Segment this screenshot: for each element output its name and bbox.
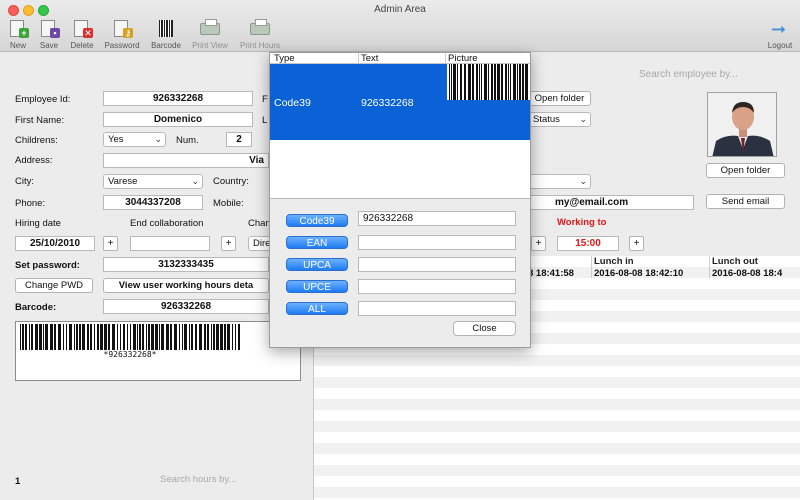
open-folder-button-top[interactable]: Open folder	[528, 91, 591, 106]
code39-field[interactable]: 926332268	[358, 211, 516, 226]
chevron-down-icon: ⌄	[191, 176, 199, 186]
working-to-label: Working to	[557, 217, 607, 228]
country-select[interactable]: ⌄	[528, 174, 591, 189]
search-employee-input[interactable]: Search employee by...	[639, 69, 738, 80]
view-working-hours-button[interactable]: View user working hours deta	[103, 278, 269, 293]
all-field[interactable]	[358, 301, 516, 316]
change-pwd-button[interactable]: Change PWD	[15, 278, 93, 293]
new-user-icon: +	[7, 19, 29, 39]
printer-icon	[199, 19, 221, 39]
field-label-cut: Chan	[248, 218, 271, 229]
end-collaboration-label: End collaboration	[130, 218, 204, 229]
password-field[interactable]: 3132333435	[103, 257, 269, 272]
address-field[interactable]: Via	[103, 153, 269, 168]
close-button[interactable]: Close	[453, 321, 516, 336]
barcode-type-list: Code39 926332268	[270, 64, 530, 199]
table-cell[interactable]: 2016-08-08 18:42:10	[594, 268, 683, 279]
open-folder-button[interactable]: Open folder	[706, 163, 785, 178]
upca-field[interactable]	[358, 257, 516, 272]
num-field[interactable]: 2	[226, 132, 252, 147]
window-toolbar: Admin Area + New ▪ Save ✕ Delete ⚷ Passw…	[0, 0, 800, 52]
upca-button[interactable]: UPCA	[286, 258, 348, 271]
column-header-picture[interactable]: Picture	[448, 53, 478, 64]
employee-id-label: Employee Id:	[15, 94, 71, 105]
barcode-picture	[447, 64, 530, 100]
column-header-text[interactable]: Text	[361, 53, 378, 64]
delete-button[interactable]: ✕ Delete	[60, 19, 104, 50]
childrens-label: Childrens:	[15, 135, 58, 146]
mobile-label: Mobile:	[213, 198, 244, 209]
ean-field[interactable]	[358, 235, 516, 250]
barcode-button[interactable]: Barcode	[144, 19, 188, 50]
list-item-selected[interactable]: Code39 926332268	[270, 64, 530, 140]
employee-photo	[707, 92, 777, 157]
column-header-type[interactable]: Type	[274, 53, 295, 64]
employee-form: Employee Id: 926332268 F First Name: Dom…	[0, 53, 313, 500]
hiring-date-plus-button[interactable]: +	[103, 236, 118, 251]
chevron-down-icon: ⌄	[579, 176, 587, 186]
ean-button[interactable]: EAN	[286, 236, 348, 249]
key-icon: ⚷	[111, 19, 133, 39]
barcode-icon	[155, 19, 177, 39]
arrow-right-icon: ➞	[771, 19, 787, 39]
city-label: City:	[15, 176, 34, 187]
logout-button[interactable]: ➞ Logout	[758, 19, 800, 50]
phone-label: Phone:	[15, 198, 46, 209]
upce-field[interactable]	[358, 279, 516, 294]
hiring-date-label: Hiring date	[15, 218, 61, 229]
column-header-lunch-out[interactable]: Lunch out	[712, 256, 758, 267]
country-label: Country:	[213, 176, 249, 187]
set-password-label: Set password:	[15, 260, 80, 271]
table-cell[interactable]: 8 18:41:58	[528, 268, 574, 279]
field-label-cut: F	[262, 94, 268, 105]
send-email-button[interactable]: Send email	[706, 194, 785, 209]
first-name-field[interactable]: Domenico	[103, 112, 253, 127]
email-field[interactable]: my@email.com	[528, 195, 694, 210]
end-collaboration-field[interactable]	[130, 236, 210, 251]
all-button[interactable]: ALL	[286, 302, 348, 315]
last-name-label-cut: L	[262, 115, 268, 126]
phone-field[interactable]: 3044337208	[103, 195, 203, 210]
barcode-type-dialog: Type Text Picture Code39 926332268 Code3…	[269, 52, 531, 348]
record-count: 1	[15, 476, 21, 487]
delete-icon: ✕	[71, 19, 93, 39]
barcode-image	[20, 324, 240, 350]
print-view-button[interactable]: Print View	[188, 19, 232, 50]
barcode-field[interactable]: 926332268	[103, 299, 269, 314]
chevron-down-icon: ⌄	[154, 134, 162, 144]
barcode-label: Barcode:	[15, 302, 57, 313]
end-date-plus-button[interactable]: +	[221, 236, 236, 251]
num-label: Num.	[176, 135, 199, 146]
hiring-date-field[interactable]: 25/10/2010	[15, 236, 95, 251]
barcode-preview: *926332268*	[15, 321, 301, 381]
save-icon: ▪	[38, 19, 60, 39]
code39-button[interactable]: Code39	[286, 214, 348, 227]
column-divider	[591, 256, 592, 278]
table-cell[interactable]: 2016-08-08 18:4	[712, 268, 782, 279]
printer-icon	[249, 19, 271, 39]
barcode-image	[449, 64, 528, 100]
employee-id-field[interactable]: 926332268	[103, 91, 253, 106]
barcode-text: *926332268*	[103, 350, 157, 359]
working-from-plus-button[interactable]: +	[531, 236, 546, 251]
chevron-down-icon: ⌄	[579, 114, 587, 124]
status-select[interactable]: Status ⌄	[528, 112, 591, 127]
print-hours-button[interactable]: Print Hours	[238, 19, 282, 50]
working-to-field[interactable]: 15:00	[557, 236, 619, 251]
dialog-table-header: Type Text Picture	[270, 53, 530, 64]
column-header-lunch-in[interactable]: Lunch in	[594, 256, 634, 267]
childrens-select[interactable]: Yes ⌄	[103, 132, 166, 147]
address-label: Address:	[15, 155, 53, 166]
column-divider	[709, 256, 710, 278]
upce-button[interactable]: UPCE	[286, 280, 348, 293]
city-select[interactable]: Varese ⌄	[103, 174, 203, 189]
password-button[interactable]: ⚷ Password	[100, 19, 144, 50]
search-hours-input[interactable]: Search hours by...	[160, 474, 236, 485]
working-to-plus-button[interactable]: +	[629, 236, 644, 251]
first-name-label: First Name:	[15, 115, 65, 126]
window-title: Admin Area	[374, 4, 426, 15]
